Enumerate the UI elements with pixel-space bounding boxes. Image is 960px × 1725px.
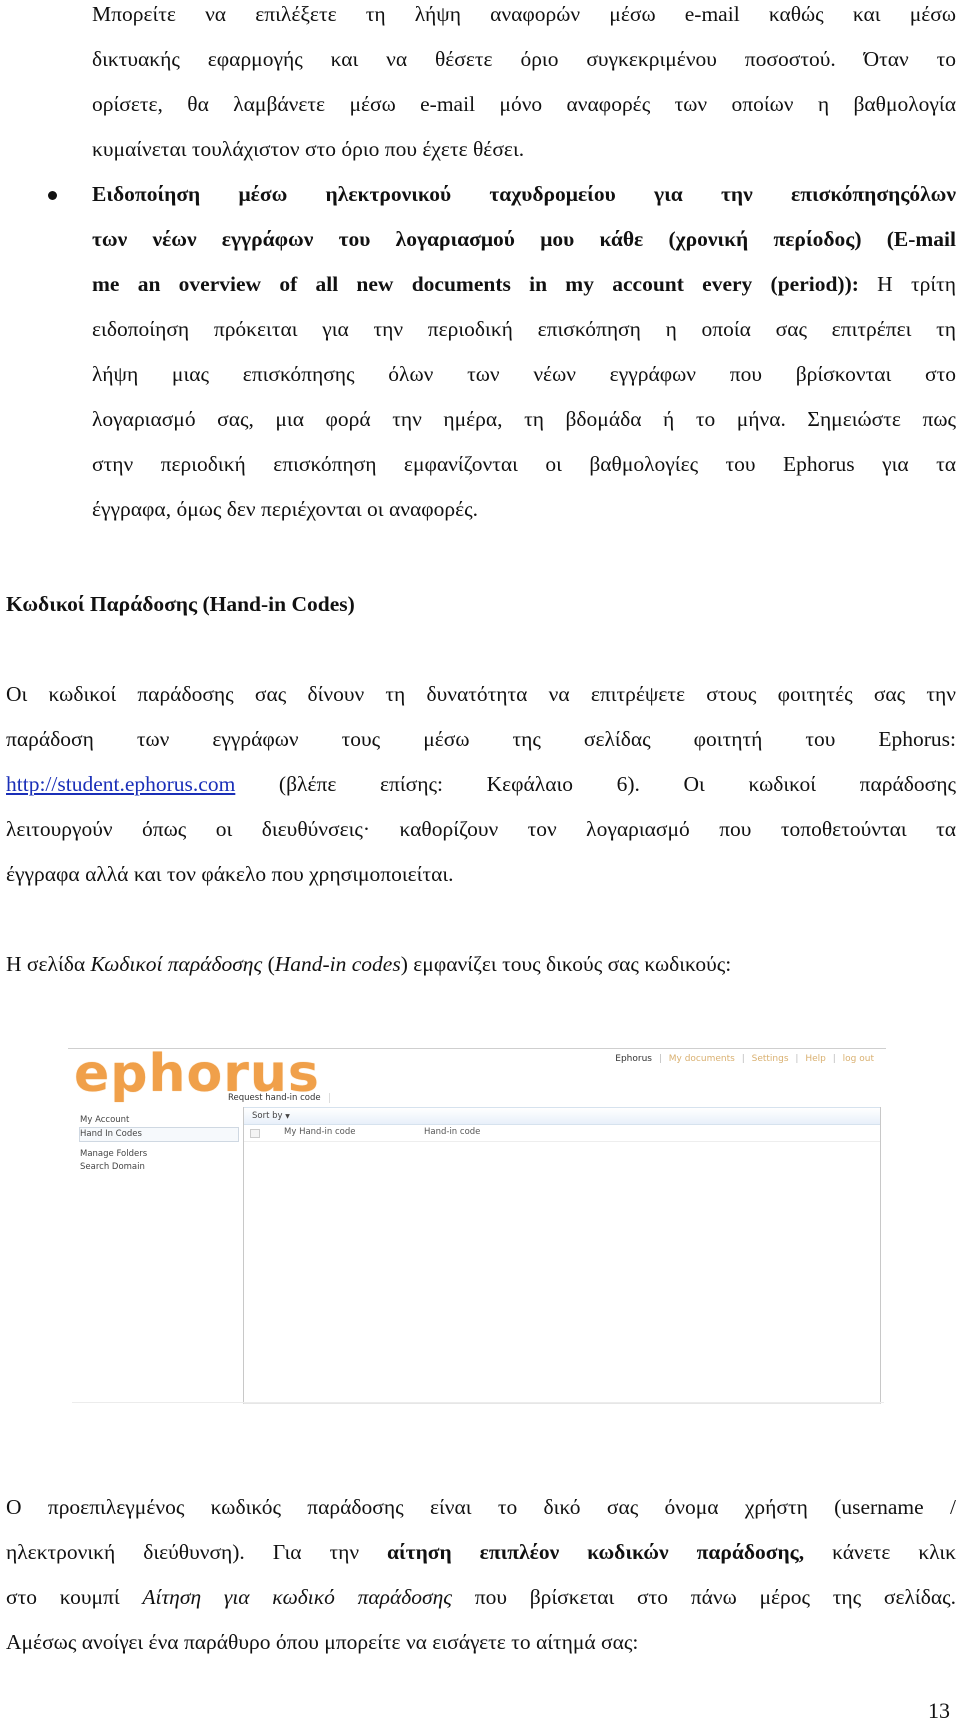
bullet-heading-end: me an overview of all new documents in m… [92, 272, 859, 296]
top-nav-ephorus[interactable]: Ephorus [615, 1054, 652, 1064]
text: ( [262, 952, 275, 976]
text: που βρίσκεται στο πάνω μέρος της σελίδας… [451, 1585, 956, 1609]
top-nav-my-documents[interactable]: My documents [669, 1054, 735, 1064]
separator: | [658, 1054, 662, 1064]
paragraph-line: ηλεκτρονική διεύθυνση). Για την αίτηση ε… [6, 1540, 956, 1564]
separator: | [795, 1054, 799, 1064]
paragraph-line: κυμαίνεται τουλάχιστον στο όριο που έχετ… [92, 137, 525, 161]
top-nav-log-out[interactable]: log out [843, 1054, 874, 1064]
left-nav-manage-folders[interactable]: Manage Folders [80, 1148, 239, 1161]
ephorus-screenshot: ephorus Ephorus | My documents | Setting… [68, 1040, 886, 1405]
paragraph-line: δικτυακής εφαρμογής και να θέσετε όριο σ… [92, 47, 956, 71]
left-nav-my-account[interactable]: My Account [80, 1114, 239, 1127]
sort-by-label: Sort by [252, 1111, 283, 1121]
paragraph-line: ορίσετε, θα λαμβάνετε μέσω e-mail μόνο α… [92, 92, 956, 116]
paragraph-line: Ο προεπιλεγμένος κωδικός παράδοσης είναι… [6, 1495, 956, 1519]
column-header-my-hand-in-code[interactable]: My Hand-in code [284, 1127, 355, 1137]
select-all-checkbox[interactable] [250, 1129, 260, 1138]
bullet-line: ειδοποίηση πρόκειται για την περιοδική ε… [92, 317, 956, 341]
italic-text: Κωδικοί παράδοσης [90, 952, 263, 976]
bullet-heading-line: των νέων εγγράφων του λογαριασμού μου κά… [92, 227, 956, 251]
student-ephorus-link[interactable]: http://student.ephorus.com [6, 772, 235, 796]
sort-by-dropdown[interactable]: Sort by ▼ [244, 1107, 880, 1125]
column-header-hand-in-code[interactable]: Hand-in code [424, 1127, 480, 1137]
paragraph-line: Μπορείτε να επιλέξετε τη λήψη αναφορών μ… [92, 2, 956, 26]
table-header-row: My Hand-in code Hand-in code [244, 1125, 880, 1142]
bullet-line: me an overview of all new documents in m… [92, 272, 956, 296]
section-heading: Κωδικοί Παράδοσης (Hand-in Codes) [6, 592, 355, 616]
paragraph-line: Οι κωδικοί παράδοσης σας δίνουν τη δυνατ… [6, 682, 956, 706]
bullet-icon [48, 191, 57, 200]
top-nav: Ephorus | My documents | Settings | Help… [611, 1054, 874, 1064]
text: κάνετε κλικ [804, 1540, 956, 1564]
divider [72, 1402, 884, 1403]
top-nav-help[interactable]: Help [805, 1054, 826, 1064]
text: ηλεκτρονική διεύθυνση). Για την [6, 1540, 388, 1564]
request-hand-in-code-button[interactable]: Request hand-in code [228, 1093, 330, 1103]
paragraph-line: στο κουμπί Αίτηση για κωδικό παράδοσης π… [6, 1585, 956, 1609]
left-nav-search-domain[interactable]: Search Domain [80, 1161, 239, 1174]
separator: | [832, 1054, 836, 1064]
chevron-down-icon: ▼ [285, 1113, 290, 1120]
hand-in-codes-panel: Sort by ▼ My Hand-in code Hand-in code [243, 1107, 881, 1404]
paragraph-line: http://student.ephorus.com (βλέπε επίσης… [6, 772, 956, 796]
text: στο κουμπί [6, 1585, 143, 1609]
italic-text: Αίτηση για κωδικό παράδοσης [142, 1585, 452, 1609]
paragraph-line: Η σελίδα Κωδικοί παράδοσης (Hand-in code… [6, 952, 956, 976]
paragraph-line: λειτουργούν όπως οι διευθύνσεις· καθορίζ… [6, 817, 956, 841]
paragraph-text: (βλέπε επίσης: Κεφάλαιο 6). Οι κωδικοί π… [235, 772, 956, 796]
bold-text: αίτηση επιπλέον κωδικών παράδοσης, [387, 1540, 805, 1564]
text: Η σελίδα [6, 952, 91, 976]
top-nav-settings[interactable]: Settings [752, 1054, 789, 1064]
bullet-line: λογαριασμό σας, μια φορά την ημέρα, τη β… [92, 407, 956, 431]
separator: | [741, 1054, 745, 1064]
bullet-line: έγγραφα, όμως δεν περιέχονται οι αναφορέ… [92, 497, 479, 521]
bullet-text: Η τρίτη [858, 272, 956, 296]
italic-text: Hand-in codes [274, 952, 401, 976]
paragraph-line: παράδοση των εγγράφων τους μέσω της σελί… [6, 727, 956, 751]
left-nav: My Account Hand In Codes Manage Folders … [79, 1114, 239, 1174]
page-number: 13 [928, 1698, 950, 1723]
bullet-heading-line: Ειδοποίηση μέσω ηλεκτρονικού ταχυδρομείο… [92, 182, 956, 206]
text: ) εμφανίζει τους δικούς σας κωδικούς: [400, 952, 732, 976]
paragraph-line: Αμέσως ανοίγει ένα παράθυρο όπου μπορείτ… [6, 1630, 639, 1654]
bullet-line: λήψη μιας επισκόπησης όλων των νέων εγγρ… [92, 362, 956, 386]
left-nav-hand-in-codes[interactable]: Hand In Codes [79, 1127, 239, 1142]
paragraph-line: έγγραφα αλλά και τον φάκελο που χρησιμοπ… [6, 862, 454, 886]
bullet-line: στην περιοδική επισκόπηση εμφανίζονται ο… [92, 452, 956, 476]
